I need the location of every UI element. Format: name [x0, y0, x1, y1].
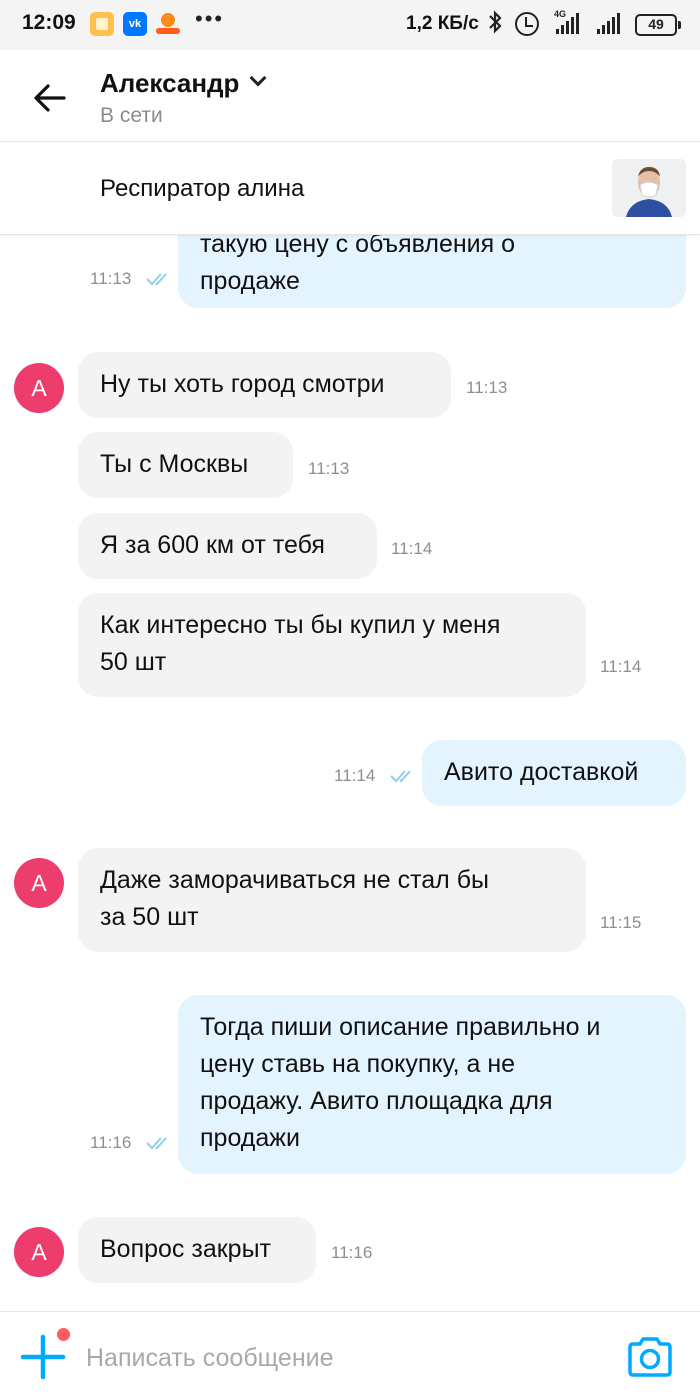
message-time: 11:13: [308, 459, 350, 478]
message-text: Вопрос закрыт: [100, 1235, 271, 1263]
read-ticks-icon: [146, 1135, 172, 1151]
message-text-line: продаже: [200, 267, 300, 295]
message-time: 11:16: [331, 1243, 373, 1262]
listing-bar[interactable]: Респиратор алина: [0, 143, 700, 235]
read-ticks-icon: [146, 271, 172, 287]
plus-icon[interactable]: [20, 1334, 66, 1380]
message-text-line: 50 шт: [100, 648, 167, 676]
message-bubble-outgoing[interactable]: Авито доставкой: [422, 740, 686, 806]
message-text-line: такую цену с объявления о: [200, 235, 516, 258]
avatar[interactable]: А: [14, 858, 64, 908]
notes-app-icon: [90, 12, 114, 36]
message-bubble-incoming[interactable]: Как интересно ты бы купил у меня 50 шт: [78, 593, 586, 697]
more-notifications-icon: •••: [195, 6, 225, 31]
message-text-line: Тогда пиши описание правильно и: [200, 1013, 601, 1041]
message-text: Я за 600 км от тебя: [100, 531, 325, 559]
message-time: 11:14: [334, 766, 376, 785]
message-composer: [0, 1311, 700, 1400]
bluetooth-icon: [487, 9, 503, 41]
read-ticks-icon: [390, 768, 416, 784]
chevron-down-icon[interactable]: [249, 69, 267, 87]
message-text-line: продажи: [200, 1124, 300, 1152]
message-time: 11:16: [90, 1133, 132, 1152]
status-bar: 12:09 vk ••• 1,2 КБ/с 4G 49: [0, 0, 700, 50]
camera-icon[interactable]: [626, 1335, 674, 1379]
ok-app-icon: [156, 12, 180, 36]
network-speed: 1,2 КБ/с: [406, 13, 479, 34]
notification-dot: [57, 1328, 70, 1341]
alarm-icon: [515, 12, 539, 36]
avatar[interactable]: А: [14, 1227, 64, 1277]
avatar[interactable]: А: [14, 363, 64, 413]
chat-header: Александр В сети: [0, 50, 700, 142]
message-text-line: цену ставь на покупку, а не: [200, 1050, 516, 1078]
message-time: 11:14: [600, 657, 642, 676]
message-text-line: Даже заморачиваться не стал бы: [100, 866, 489, 894]
message-list[interactable]: такую цену с объявления о продаже 11:13 …: [0, 235, 700, 1311]
vk-app-icon: vk: [123, 12, 147, 36]
signal-icon-2: [597, 13, 620, 34]
message-text-line: за 50 шт: [100, 903, 199, 931]
listing-thumbnail[interactable]: [612, 159, 686, 217]
message-text: Ты с Москвы: [100, 450, 249, 478]
message-time: 11:13: [466, 378, 508, 397]
message-text-line: продажу. Авито площадка для: [200, 1087, 553, 1115]
message-text: Ну ты хоть город смотри: [100, 370, 385, 398]
message-text-line: Как интересно ты бы купил у меня: [100, 611, 501, 639]
message-bubble-incoming[interactable]: Вопрос закрыт: [78, 1217, 316, 1283]
message-bubble-outgoing[interactable]: такую цену с объявления о продаже: [178, 235, 686, 308]
status-time: 12:09: [22, 11, 76, 34]
message-time: 11:14: [391, 539, 433, 558]
message-time: 11:13: [90, 269, 132, 288]
battery-icon: 49: [635, 14, 681, 36]
message-time: 11:15: [600, 913, 642, 932]
message-text: Авито доставкой: [444, 758, 639, 786]
message-bubble-outgoing[interactable]: Тогда пиши описание правильно и цену ста…: [178, 995, 686, 1174]
message-bubble-incoming[interactable]: Ну ты хоть город смотри: [78, 352, 451, 418]
message-bubble-incoming[interactable]: Я за 600 км от тебя: [78, 513, 377, 579]
message-input[interactable]: [86, 1340, 586, 1376]
signal-icon: [556, 13, 579, 34]
contact-status: В сети: [100, 104, 163, 127]
listing-title[interactable]: Респиратор алина: [100, 175, 304, 203]
contact-name[interactable]: Александр: [100, 68, 239, 99]
message-bubble-incoming[interactable]: Даже заморачиваться не стал бы за 50 шт: [78, 848, 586, 952]
message-bubble-incoming[interactable]: Ты с Москвы: [78, 432, 293, 498]
arrow-left-icon[interactable]: [32, 80, 68, 116]
